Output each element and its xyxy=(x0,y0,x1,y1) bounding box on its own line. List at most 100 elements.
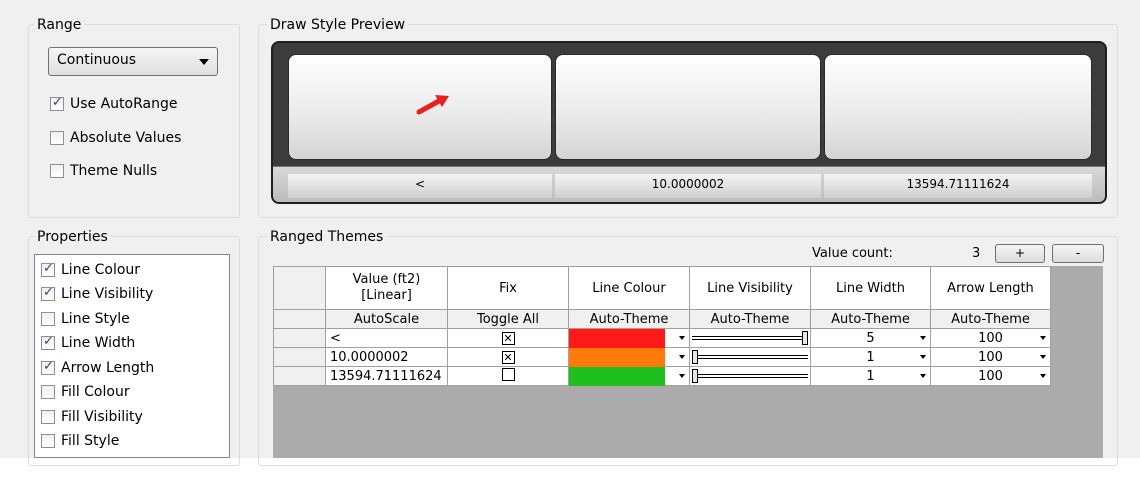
auto-theme-line-visibility[interactable]: Auto-Theme xyxy=(689,309,811,329)
property-label: Line Style xyxy=(61,311,130,327)
line-colour-cell[interactable] xyxy=(568,328,690,348)
line-width-value: 1 xyxy=(866,349,875,365)
arrow-length-cell[interactable]: 100 xyxy=(930,347,1051,367)
property-item-arrow-length[interactable]: Arrow Length xyxy=(41,359,154,376)
checkbox-icon xyxy=(50,131,64,145)
row-header[interactable] xyxy=(273,328,326,348)
property-item-line-visibility[interactable]: Line Visibility xyxy=(41,285,154,302)
chevron-down-icon[interactable] xyxy=(1040,336,1046,340)
header-fix[interactable]: Fix xyxy=(447,266,569,310)
arrow-length-value: 100 xyxy=(978,349,1003,365)
line-width-cell[interactable]: 5 xyxy=(810,328,931,348)
colour-swatch xyxy=(569,367,665,386)
value-cell[interactable]: < xyxy=(325,328,448,348)
line-visibility-cell[interactable] xyxy=(689,347,811,367)
colour-swatch xyxy=(569,329,665,348)
visibility-slider-track xyxy=(692,336,808,340)
header-arrow-length[interactable]: Arrow Length xyxy=(930,266,1051,310)
row-header xyxy=(273,309,326,329)
chevron-down-icon[interactable] xyxy=(1040,355,1046,359)
property-item-fill-visibility[interactable]: Fill Visibility xyxy=(41,409,143,425)
fix-cell[interactable] xyxy=(447,366,569,386)
property-item-fill-colour[interactable]: Fill Colour xyxy=(41,384,130,400)
auto-theme-arrow-length[interactable]: Auto-Theme xyxy=(930,309,1051,329)
theme-nulls-checkbox[interactable]: Theme Nulls xyxy=(50,163,157,179)
visibility-slider-thumb[interactable] xyxy=(692,350,698,364)
property-item-fill-style[interactable]: Fill Style xyxy=(41,433,119,449)
header-value[interactable]: Value (ft2) [Linear] xyxy=(325,266,448,310)
preview-label-1: < xyxy=(288,174,552,198)
row-header[interactable] xyxy=(273,366,326,386)
chevron-down-icon[interactable] xyxy=(679,374,685,378)
line-visibility-cell[interactable] xyxy=(689,328,811,348)
fix-checkbox-checked-icon: ✕ xyxy=(501,350,515,364)
properties-group-title: Properties xyxy=(34,228,111,246)
row-header[interactable] xyxy=(273,347,326,367)
preview-label-3: 13594.71111624 xyxy=(824,174,1092,198)
themes-grid: Value (ft2) [Linear] Fix Line Colour Lin… xyxy=(273,266,1051,386)
checkbox-icon xyxy=(41,434,55,448)
auto-theme-line-colour[interactable]: Auto-Theme xyxy=(568,309,690,329)
absolute-values-checkbox[interactable]: Absolute Values xyxy=(50,130,181,146)
absolute-values-label: Absolute Values xyxy=(70,130,182,146)
checkbox-icon xyxy=(50,95,64,111)
line-colour-cell[interactable] xyxy=(568,347,690,367)
fix-checkbox-unchecked-icon xyxy=(501,367,515,381)
chevron-down-icon[interactable] xyxy=(679,355,685,359)
property-item-line-colour[interactable]: Line Colour xyxy=(41,261,140,278)
chevron-down-icon[interactable] xyxy=(920,374,926,378)
checkbox-icon xyxy=(41,334,55,350)
checkbox-icon xyxy=(50,164,64,178)
add-value-button[interactable]: + xyxy=(995,244,1045,263)
range-mode-dropdown[interactable]: Continuous xyxy=(48,47,218,76)
chevron-down-icon[interactable] xyxy=(679,336,685,340)
value-cell[interactable]: 13594.71111624 xyxy=(325,366,448,386)
autoscale-button[interactable]: AutoScale xyxy=(325,309,448,329)
value-count-label: Value count: xyxy=(812,246,893,261)
property-label: Line Visibility xyxy=(61,286,154,302)
table-row: < ✕ 5 100 xyxy=(273,328,1051,348)
preview-cell-2 xyxy=(555,54,821,160)
arrow-length-cell[interactable]: 100 xyxy=(930,366,1051,386)
property-item-line-width[interactable]: Line Width xyxy=(41,334,135,351)
line-width-cell[interactable]: 1 xyxy=(810,366,931,386)
header-value-label: Value (ft2) xyxy=(352,272,421,287)
property-label: Fill Style xyxy=(61,433,120,449)
use-autorange-label: Use AutoRange xyxy=(70,96,178,112)
arrow-icon xyxy=(416,95,449,115)
header-line-colour[interactable]: Line Colour xyxy=(568,266,690,310)
preview-group-title: Draw Style Preview xyxy=(267,16,409,34)
properties-list: Line Colour Line Visibility Line Style L… xyxy=(34,254,230,458)
header-line-width[interactable]: Line Width xyxy=(810,266,931,310)
checkbox-icon xyxy=(41,410,55,424)
fix-cell[interactable]: ✕ xyxy=(447,328,569,348)
arrow-length-value: 100 xyxy=(978,368,1003,384)
property-item-line-style[interactable]: Line Style xyxy=(41,311,130,327)
ranged-themes-group-title: Ranged Themes xyxy=(267,228,387,246)
value-cell[interactable]: 10.0000002 xyxy=(325,347,448,367)
chevron-down-icon[interactable] xyxy=(920,336,926,340)
chevron-down-icon[interactable] xyxy=(920,355,926,359)
line-width-cell[interactable]: 1 xyxy=(810,347,931,367)
preview-panel: < 10.0000002 13594.71111624 xyxy=(271,41,1107,204)
checkbox-icon xyxy=(41,261,55,277)
arrow-length-cell[interactable]: 100 xyxy=(930,328,1051,348)
auto-theme-line-width[interactable]: Auto-Theme xyxy=(810,309,931,329)
header-line-visibility[interactable]: Line Visibility xyxy=(689,266,811,310)
remove-value-button[interactable]: - xyxy=(1052,244,1104,263)
range-group-title: Range xyxy=(34,16,85,34)
preview-label-2: 10.0000002 xyxy=(555,174,821,198)
fix-cell[interactable]: ✕ xyxy=(447,347,569,367)
visibility-slider-thumb[interactable] xyxy=(692,369,698,383)
visibility-slider-thumb[interactable] xyxy=(802,331,808,345)
themes-grid-area: Value (ft2) [Linear] Fix Line Colour Lin… xyxy=(273,266,1103,458)
checkbox-icon xyxy=(41,285,55,301)
preview-cell-1 xyxy=(288,54,552,160)
chevron-down-icon[interactable] xyxy=(1040,374,1046,378)
line-colour-cell[interactable] xyxy=(568,366,690,386)
toggle-all-button[interactable]: Toggle All xyxy=(447,309,569,329)
visibility-slider-track xyxy=(692,374,808,378)
line-visibility-cell[interactable] xyxy=(689,366,811,386)
range-mode-value: Continuous xyxy=(57,52,137,68)
use-autorange-checkbox[interactable]: Use AutoRange xyxy=(50,95,178,112)
